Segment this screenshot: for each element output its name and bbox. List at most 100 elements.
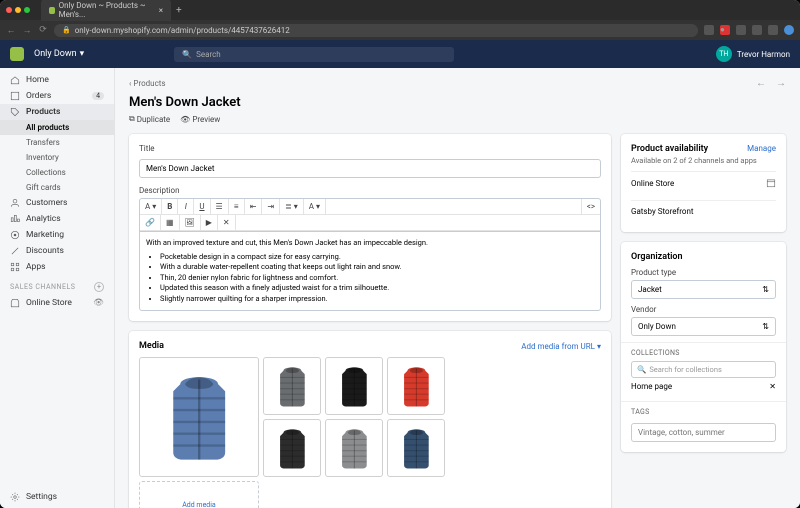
search-icon: 🔍 <box>182 50 192 59</box>
duplicate-button[interactable]: ⧉Duplicate <box>129 114 170 124</box>
media-thumbnail[interactable] <box>139 357 259 477</box>
breadcrumb-back[interactable]: ‹Products <box>129 79 166 88</box>
sidebar-item-home[interactable]: Home <box>0 72 114 88</box>
italic-button[interactable]: I <box>178 199 194 214</box>
store-switcher[interactable]: Only Down▾ <box>34 49 84 59</box>
collection-item[interactable]: Home page✕ <box>631 378 776 395</box>
media-card: Media Add media from URL▾ Add mediaor dr… <box>129 331 611 508</box>
sidebar-item-gift-cards[interactable]: Gift cards <box>0 180 114 195</box>
select-icon: ⇅ <box>762 285 769 294</box>
rich-text-toolbar: A ▾ B I U ☰ ≡ ⇤ ⇥ ≣ ▾ A ▾ <> <box>139 198 601 232</box>
tab-title: Only Down ~ Products ~ Men's... <box>59 1 151 19</box>
color-button[interactable]: A ▾ <box>304 199 326 214</box>
sidebar-item-all-products[interactable]: All products <box>0 120 114 135</box>
media-thumbnail[interactable] <box>263 419 321 477</box>
sidebar-item-analytics[interactable]: Analytics <box>0 211 114 227</box>
table-button[interactable]: ▦ <box>161 215 180 230</box>
store-icon <box>10 298 20 308</box>
orders-icon <box>10 91 20 101</box>
media-thumbnail[interactable] <box>263 357 321 415</box>
title-input[interactable] <box>139 159 601 178</box>
sidebar-item-collections[interactable]: Collections <box>0 165 114 180</box>
prev-product-button[interactable]: ← <box>756 78 766 89</box>
media-thumbnail[interactable] <box>387 419 445 477</box>
title-label: Title <box>139 144 601 153</box>
indent-button[interactable]: ⇥ <box>262 199 280 214</box>
next-product-button[interactable]: → <box>776 78 786 89</box>
manage-availability-button[interactable]: Manage <box>747 144 776 154</box>
chevron-down-icon: ▾ <box>597 342 601 351</box>
underline-button[interactable]: U <box>194 199 210 214</box>
sidebar-item-discounts[interactable]: Discounts <box>0 243 114 259</box>
sidebar-item-customers[interactable]: Customers <box>0 195 114 211</box>
bold-button[interactable]: B <box>162 199 178 214</box>
outdent-button[interactable]: ⇤ <box>245 199 263 214</box>
browser-chrome: Only Down ~ Products ~ Men's... × + ← → … <box>0 0 800 40</box>
calendar-icon <box>766 178 776 188</box>
extensions[interactable]: ● <box>704 25 794 35</box>
html-button[interactable]: <> <box>581 199 600 214</box>
sidebar: Home Orders4 Products All products Trans… <box>0 68 115 508</box>
media-thumbnail[interactable] <box>387 357 445 415</box>
tags-label: TAGS <box>631 408 776 416</box>
reload-icon[interactable]: ⟳ <box>38 25 48 35</box>
home-icon <box>10 75 20 85</box>
close-tab-icon[interactable]: × <box>159 6 163 15</box>
description-editor[interactable]: With an improved texture and cut, this M… <box>139 232 601 311</box>
collections-search[interactable]: 🔍Search for collections <box>631 361 776 378</box>
clear-format-button[interactable]: ✕ <box>218 215 236 230</box>
bullet-list-button[interactable]: ☰ <box>211 199 229 214</box>
link-button[interactable]: 🔗 <box>140 215 161 230</box>
sidebar-item-transfers[interactable]: Transfers <box>0 135 114 150</box>
user-name: Trevor Harmon <box>737 50 790 59</box>
title-card: Title Description A ▾ B I U ☰ ≡ ⇤ <box>129 134 611 321</box>
shopify-logo[interactable] <box>10 47 24 61</box>
product-type-select[interactable]: Jacket⇅ <box>631 280 776 299</box>
chevron-left-icon: ‹ <box>129 79 131 88</box>
description-label: Description <box>139 186 601 195</box>
media-thumbnail[interactable] <box>325 419 383 477</box>
analytics-icon <box>10 214 20 224</box>
lock-icon: 🔒 <box>62 26 71 34</box>
address-bar[interactable]: 🔒 only-down.myshopify.com/admin/products… <box>54 24 698 37</box>
channel-online-store[interactable]: Online Store <box>631 171 776 194</box>
sidebar-item-online-store[interactable]: Online Store👁 <box>0 295 114 311</box>
media-title: Media <box>139 341 164 351</box>
chevron-down-icon: ▾ <box>80 49 85 59</box>
collections-label: COLLECTIONS <box>631 349 776 357</box>
sidebar-item-products[interactable]: Products <box>0 104 114 120</box>
discounts-icon <box>10 246 20 256</box>
font-select[interactable]: A ▾ <box>140 199 162 214</box>
tag-icon <box>10 107 20 117</box>
user-menu[interactable]: TH Trevor Harmon <box>716 46 790 62</box>
add-media-tile[interactable]: Add mediaor drop files to upload <box>139 481 259 508</box>
image-button[interactable]: 🖼 <box>180 215 201 230</box>
browser-tab[interactable]: Only Down ~ Products ~ Men's... × <box>41 0 171 21</box>
tags-input[interactable] <box>631 423 776 442</box>
video-button[interactable]: ▶ <box>201 215 218 230</box>
vendor-select[interactable]: Only Down⇅ <box>631 317 776 336</box>
availability-sub: Available on 2 of 2 channels and apps <box>631 156 776 165</box>
duplicate-icon: ⧉ <box>129 114 135 124</box>
select-icon: ⇅ <box>762 322 769 331</box>
media-thumbnail[interactable] <box>325 357 383 415</box>
eye-icon[interactable]: 👁 <box>93 298 104 308</box>
shopify-favicon <box>49 7 55 14</box>
sidebar-item-apps[interactable]: Apps <box>0 259 114 275</box>
number-list-button[interactable]: ≡ <box>229 199 245 214</box>
search-input[interactable]: 🔍 Search <box>174 47 454 62</box>
sidebar-item-settings[interactable]: Settings <box>0 486 114 508</box>
avatar: TH <box>716 46 732 62</box>
channel-gatsby[interactable]: Gatsby Storefront <box>631 200 776 222</box>
preview-button[interactable]: 👁Preview <box>180 114 220 124</box>
align-button[interactable]: ≣ ▾ <box>280 199 304 214</box>
remove-icon[interactable]: ✕ <box>769 382 776 391</box>
add-media-url-button[interactable]: Add media from URL▾ <box>521 342 601 351</box>
sidebar-item-inventory[interactable]: Inventory <box>0 150 114 165</box>
sidebar-item-marketing[interactable]: Marketing <box>0 227 114 243</box>
window-controls[interactable] <box>6 7 30 13</box>
new-tab-button[interactable]: + <box>176 5 182 16</box>
back-icon[interactable]: ← <box>6 25 16 36</box>
sidebar-item-orders[interactable]: Orders4 <box>0 88 114 104</box>
add-channel-button[interactable]: + <box>94 282 104 292</box>
